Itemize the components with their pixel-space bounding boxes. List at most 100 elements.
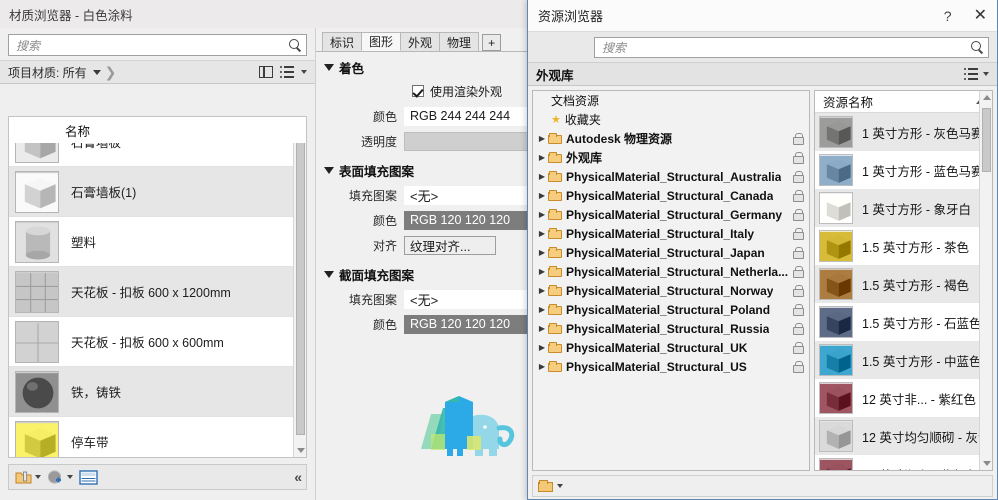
property-value-field[interactable]: RGB 120 120 120 xyxy=(404,210,534,230)
material-list-item[interactable]: 石膏墙板 xyxy=(9,117,306,167)
tab-0[interactable]: 标识 xyxy=(322,32,363,51)
expand-arrow-icon[interactable]: ▶ xyxy=(537,362,547,371)
asset-tree-item[interactable]: ▶ PhysicalMaterial_Structural_Canada xyxy=(533,186,809,205)
chevron-down-icon[interactable] xyxy=(35,475,41,479)
asset-tree-item[interactable]: ▶ PhysicalMaterial_Structural_Poland xyxy=(533,300,809,319)
material-list-item[interactable]: 天花板 - 扣板 600 x 1200mm xyxy=(9,267,306,317)
material-search-input[interactable]: 搜索 xyxy=(8,34,307,56)
asset-library-tree[interactable]: 文档资源 ★ 收藏夹 ▶ Autodesk 物理资源 ▶ 外观库 ▶ PhysicalMater… xyxy=(532,90,810,471)
material-view-icons xyxy=(259,65,307,78)
chevron-down-icon[interactable] xyxy=(557,484,563,488)
use-render-appearance-checkbox-row[interactable]: 使用渲染外观 xyxy=(316,81,544,101)
panel-toggle-icon[interactable] xyxy=(259,66,273,78)
scrollbar-thumb[interactable] xyxy=(982,108,991,172)
asset-tree-item[interactable]: ▶ PhysicalMaterial_Structural_Japan xyxy=(533,243,809,262)
tab-2[interactable]: 外观 xyxy=(400,32,441,51)
material-list-item[interactable]: 塑料 xyxy=(9,217,306,267)
chevron-down-icon[interactable] xyxy=(324,271,334,278)
checkbox[interactable] xyxy=(412,85,424,97)
expand-arrow-icon[interactable]: ▶ xyxy=(537,210,547,219)
chevron-down-icon[interactable] xyxy=(67,475,73,479)
chevron-down-icon[interactable] xyxy=(324,167,334,174)
asset-list-item[interactable]: 1.5 英寸方形 - 石蓝色 xyxy=(815,303,992,341)
list-view-icon[interactable] xyxy=(964,67,978,80)
add-asset-icon[interactable] xyxy=(47,470,73,485)
expand-arrow-icon[interactable]: ▶ xyxy=(537,229,547,238)
material-list-item[interactable]: 石膏墙板(1) xyxy=(9,167,306,217)
asset-list-pane[interactable]: 资源名称 1 英寸方形 - 灰色马赛克 1 英寸方形 - 蓝色马赛克 1 英寸方形 … xyxy=(814,90,993,471)
asset-list-item[interactable]: 1 英寸方形 - 象牙白 xyxy=(815,189,992,227)
asset-list-item[interactable]: 12 英寸均匀顺砌 - 灰色 xyxy=(815,417,992,455)
expand-arrow-icon[interactable]: ▶ xyxy=(537,267,547,276)
asset-thumbnail xyxy=(819,116,853,148)
show-panel-icon[interactable] xyxy=(79,469,98,485)
expand-arrow-icon[interactable]: ▶ xyxy=(537,153,547,162)
expand-arrow-icon[interactable]: ▶ xyxy=(537,324,547,333)
property-value-field[interactable]: RGB 244 244 244 xyxy=(404,106,534,126)
scroll-up-arrow-icon[interactable] xyxy=(983,95,991,100)
material-list-item[interactable]: 停车带 xyxy=(9,417,306,457)
new-material-icon[interactable] xyxy=(15,470,41,485)
asset-tree-item[interactable]: 文档资源 xyxy=(533,91,809,110)
property-value-field[interactable]: RGB 120 120 120 xyxy=(404,314,534,334)
property-value-field[interactable]: <无> xyxy=(404,185,534,205)
property-value-field[interactable] xyxy=(404,131,534,151)
asset-list-header[interactable]: 资源名称 xyxy=(815,91,992,113)
asset-tree-item[interactable]: ▶ PhysicalMaterial_Structural_Australia xyxy=(533,167,809,186)
expand-arrow-icon[interactable]: ▶ xyxy=(537,172,547,181)
property-section-header[interactable]: 表面填充图案 xyxy=(316,155,544,184)
asset-tree-item[interactable]: ▶ 外观库 xyxy=(533,148,809,167)
asset-list-item[interactable]: 12 英寸非... - 紫红色 xyxy=(815,379,992,417)
material-list-item[interactable]: 铁，铸铁 xyxy=(9,367,306,417)
scroll-up-arrow-icon[interactable] xyxy=(297,121,305,126)
expand-arrow-icon[interactable]: ▶ xyxy=(537,134,547,143)
asset-list-item[interactable]: 1 英寸方形 - 蓝色马赛克 xyxy=(815,151,992,189)
chevron-down-icon[interactable] xyxy=(983,72,989,76)
material-list[interactable]: 名称 石膏墙板 石膏墙板(1) 塑料 天花板 - 扣板 600 x 1200mm 天花板… xyxy=(8,116,307,458)
folder-menu-icon[interactable] xyxy=(538,480,553,492)
asset-search-input[interactable]: 搜索 xyxy=(594,36,989,58)
tab-3[interactable]: 物理 xyxy=(439,32,480,51)
collapse-panel-button[interactable]: « xyxy=(294,469,302,485)
asset-list-scrollbar[interactable] xyxy=(979,91,992,470)
expand-arrow-icon[interactable]: ▶ xyxy=(537,248,547,257)
asset-list-item[interactable]: 1 英寸方形 - 灰色马赛克 xyxy=(815,113,992,151)
close-icon[interactable]: ✕ xyxy=(974,7,987,24)
asset-tree-item[interactable]: ▶ PhysicalMaterial_Structural_Russia xyxy=(533,319,809,338)
scroll-down-arrow-icon[interactable] xyxy=(297,448,305,453)
material-filter-bar[interactable]: 项目材质: 所有 ❯ xyxy=(0,60,315,84)
scroll-down-arrow-icon[interactable] xyxy=(983,461,991,466)
chevron-down-icon[interactable] xyxy=(301,70,307,74)
expand-arrow-icon[interactable]: ▶ xyxy=(537,191,547,200)
chevron-down-icon[interactable] xyxy=(324,64,334,71)
asset-list-item[interactable]: 1.5 英寸方形 - 褐色 xyxy=(815,265,992,303)
property-section-header[interactable]: 截面填充图案 xyxy=(316,259,544,288)
asset-tree-item[interactable]: ▶ PhysicalMaterial_Structural_Germany xyxy=(533,205,809,224)
asset-list-item[interactable]: 12 英寸顺砌 - 紫红色 xyxy=(815,455,992,470)
expand-arrow-icon[interactable]: ▶ xyxy=(537,343,547,352)
chevron-down-icon[interactable] xyxy=(92,69,101,75)
asset-tree-item[interactable]: ▶ PhysicalMaterial_Structural_UK xyxy=(533,338,809,357)
add-tab-button[interactable]: + xyxy=(482,34,502,51)
asset-tree-item[interactable]: ▶ PhysicalMaterial_Structural_Italy xyxy=(533,224,809,243)
property-section-header[interactable]: 着色 xyxy=(316,52,544,81)
asset-tree-item[interactable]: ▶ PhysicalMaterial_Structural_Netherla... xyxy=(533,262,809,281)
property-value-field[interactable]: <无> xyxy=(404,289,534,309)
material-list-scrollbar[interactable] xyxy=(293,117,306,457)
material-list-item[interactable]: 天花板 - 扣板 600 x 600mm xyxy=(9,317,306,367)
lock-icon xyxy=(793,265,804,279)
asset-list-item[interactable]: 1.5 英寸方形 - 中蓝色 xyxy=(815,341,992,379)
property-value-field[interactable]: 纹理对齐... xyxy=(404,235,496,255)
asset-tree-item[interactable]: ▶ PhysicalMaterial_Structural_US xyxy=(533,357,809,376)
asset-thumbnail xyxy=(819,268,853,300)
help-question-icon[interactable]: ? xyxy=(944,8,952,24)
asset-tree-item[interactable]: ▶ PhysicalMaterial_Structural_Norway xyxy=(533,281,809,300)
asset-tree-item[interactable]: ★ 收藏夹 xyxy=(533,110,809,129)
scrollbar-thumb[interactable] xyxy=(296,135,305,435)
tab-1[interactable]: 图形 xyxy=(361,32,402,51)
expand-arrow-icon[interactable]: ▶ xyxy=(537,286,547,295)
asset-list-item[interactable]: 1.5 英寸方形 - 茶色 xyxy=(815,227,992,265)
asset-tree-item[interactable]: ▶ Autodesk 物理资源 xyxy=(533,129,809,148)
expand-arrow-icon[interactable]: ▶ xyxy=(537,305,547,314)
list-view-icon[interactable] xyxy=(280,65,294,78)
